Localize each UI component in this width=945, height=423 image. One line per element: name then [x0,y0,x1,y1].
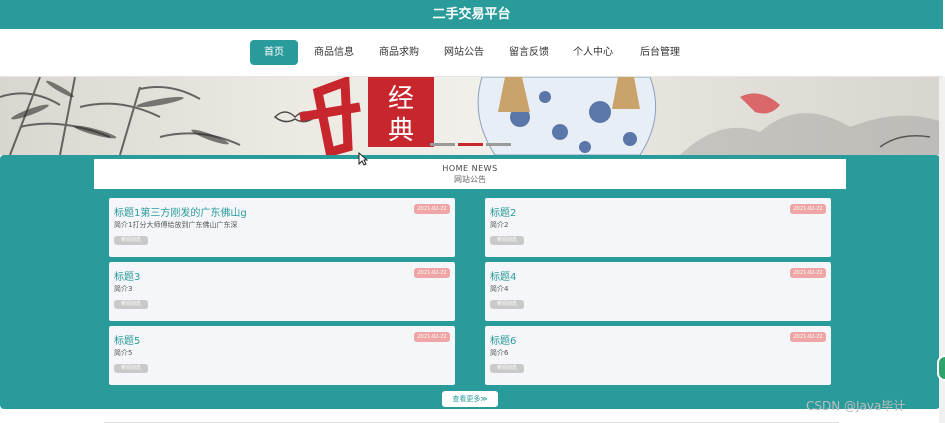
news-card-title[interactable]: 标题1第三方刚发的广东佛山g [114,204,247,219]
news-card-date: 2021-02-22 [414,204,450,214]
calligraphy-char-2: 典 [388,116,414,146]
page: 二手交易平台 首页 商品信息 商品求购 网站公告 留言反馈 个人中心 后台管理 [0,0,945,423]
nav-item-wanted[interactable]: 商品求购 [373,40,425,65]
news-card-date: 2021-02-22 [790,268,826,278]
news-card-5[interactable]: 标题5 简介5 新闻动态 2021-02-22 [109,326,455,385]
news-heading-en: HOME NEWS [442,164,498,173]
news-heading-zh: 网站公告 [454,175,486,184]
mountain-ink [680,113,943,155]
bamboo-ink [0,77,241,155]
nav-item-feedback[interactable]: 留言反馈 [503,40,555,65]
news-card-desc: 简介2 [490,221,509,229]
news-card-tag: 新闻动态 [490,364,524,373]
news-card-tag: 新闻动态 [114,364,148,373]
carousel-dot-1[interactable] [430,143,455,146]
nav-item-profile[interactable]: 个人中心 [567,40,619,65]
watermark: CSDN @Java毕计 [806,399,906,413]
news-card-tag: 新闻动态 [490,236,524,245]
carousel-dot-3[interactable] [486,143,511,146]
news-card-desc: 简介6 [490,349,509,357]
nav-item-goods[interactable]: 商品信息 [308,40,360,65]
site-title: 二手交易平台 [0,0,943,29]
news-card-desc: 简介5 [114,349,133,357]
news-card-title[interactable]: 标题3 [114,268,140,283]
news-card-4[interactable]: 标题4 简介4 新闻动态 2021-02-22 [485,262,831,321]
news-card-title[interactable]: 标题2 [490,204,516,219]
news-card-desc: 简介4 [490,285,509,293]
banner-carousel[interactable]: 经 典 [0,77,943,155]
news-card-desc: 简介1打分大师傅给放到广东佛山广东深 [114,221,238,229]
nav-item-admin[interactable]: 后台管理 [634,40,686,65]
news-card-tag: 新闻动态 [114,236,148,245]
news-card-date: 2021-02-22 [790,204,826,214]
news-card-tag: 新闻动态 [114,300,148,309]
news-card-date: 2021-02-22 [790,332,826,342]
banner-artwork: 经 典 [0,77,943,155]
nav-item-home[interactable]: 首页 [250,40,298,65]
side-float-button[interactable] [937,355,945,381]
news-card-3[interactable]: 标题3 简介3 新闻动态 2021-02-22 [109,262,455,321]
news-header: HOME NEWS 网站公告 [94,159,846,189]
calligraphy-char-1: 经 [388,84,414,114]
carousel-dot-2[interactable] [458,143,483,146]
view-more-button[interactable]: 查看更多≫ [442,391,498,407]
news-card-1[interactable]: 标题1第三方刚发的广东佛山g 简介1打分大师傅给放到广东佛山广东深 新闻动态 2… [109,198,455,257]
main-nav: 首页 商品信息 商品求购 网站公告 留言反馈 个人中心 后台管理 [0,29,943,77]
news-card-date: 2021-02-22 [414,268,450,278]
news-card-title[interactable]: 标题5 [114,332,140,347]
nav-item-notice[interactable]: 网站公告 [438,40,490,65]
news-card-title[interactable]: 标题4 [490,268,516,283]
news-card-2[interactable]: 标题2 简介2 新闻动态 2021-02-22 [485,198,831,257]
red-brush-stroke [299,77,361,155]
news-card-tag: 新闻动态 [490,300,524,309]
lotus-red [740,93,780,114]
news-card-date: 2021-02-22 [414,332,450,342]
news-card-desc: 简介3 [114,285,133,293]
news-card-title[interactable]: 标题6 [490,332,516,347]
mouse-cursor-icon [358,152,368,166]
news-card-6[interactable]: 标题6 简介6 新闻动态 2021-02-22 [485,326,831,385]
